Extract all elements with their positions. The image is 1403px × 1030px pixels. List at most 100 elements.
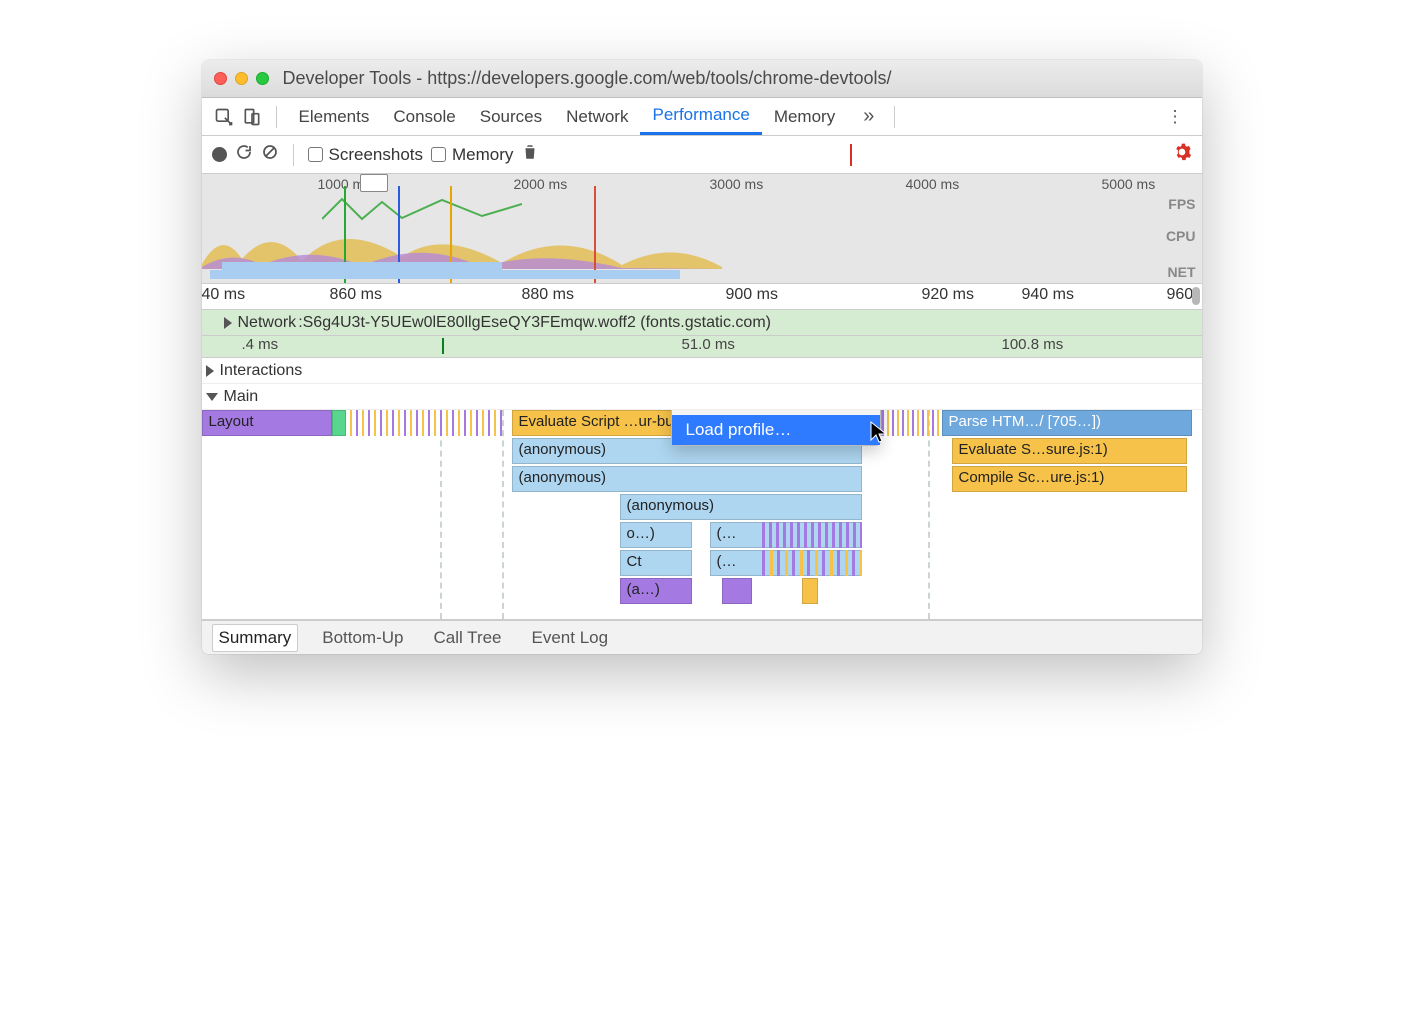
small-events [332,410,502,436]
tab-bottom-up[interactable]: Bottom-Up [316,625,409,651]
memory-checkbox[interactable]: Memory [431,145,513,165]
ruler-tick: 860 ms [330,286,382,304]
flame-event[interactable]: (anonymous) [620,494,862,520]
details-tabbar: Summary Bottom-Up Call Tree Event Log [202,620,1202,654]
main-track-header[interactable]: Main [202,384,1202,410]
device-toolbar-icon[interactable] [238,107,266,127]
flame-event[interactable]: Evaluate S…sure.js:1) [952,438,1187,464]
ruler-tick: 880 ms [522,286,574,304]
interactions-track[interactable]: Interactions [202,358,1202,384]
reload-record-button[interactable] [235,143,253,166]
small-events [762,550,862,576]
flame-ruler[interactable]: 40 ms 860 ms 880 ms 900 ms 920 ms 940 ms… [202,284,1202,310]
tab-call-tree[interactable]: Call Tree [427,625,507,651]
guide-line [502,410,504,619]
flame-event[interactable] [802,578,818,604]
screenshots-label: Screenshots [329,145,424,165]
collapse-icon [206,393,218,401]
flame-event[interactable] [722,578,752,604]
checkbox-icon [308,147,323,162]
cursor-icon [869,420,889,449]
titlebar: Developer Tools - https://developers.goo… [202,60,1202,98]
zoom-window-button[interactable] [256,72,269,85]
main-label: Main [224,388,259,406]
net-bar [210,270,680,279]
frame-boundary [442,338,444,354]
tab-summary[interactable]: Summary [212,624,299,652]
tab-sources[interactable]: Sources [468,98,554,135]
context-menu: Save profile… Load profile… [671,410,881,446]
frames-track[interactable]: .4 ms 51.0 ms 100.8 ms [202,336,1202,358]
ruler-tick: 900 ms [726,286,778,304]
memory-label: Memory [452,145,513,165]
overview-lane-fps: FPS [1168,196,1195,212]
close-window-button[interactable] [214,72,227,85]
tab-console[interactable]: Console [381,98,467,135]
flame-event[interactable]: (a…) [620,578,692,604]
overview-tick: 5000 ms [1102,176,1156,192]
expand-icon [224,317,232,329]
tab-memory[interactable]: Memory [762,98,847,135]
small-events [762,522,862,548]
capture-settings-button[interactable] [1172,142,1192,167]
flame-event[interactable]: (anonymous) [512,466,862,492]
collect-garbage-button[interactable] [521,143,539,166]
network-request-detail: :S6g4U3t-Y5UEw0lE80llgEseQY3FEmqw.woff2 … [298,314,771,332]
net-bar [222,262,502,271]
flame-event[interactable]: Layout [202,410,332,436]
tab-event-log[interactable]: Event Log [526,625,615,651]
small-events [882,410,942,436]
ruler-tick: 920 ms [922,286,974,304]
frame-time: 51.0 ms [682,336,735,353]
performance-toolbar: Screenshots Memory [202,136,1202,174]
devtools-menu-button[interactable]: ⋮ [1159,107,1194,127]
checkbox-icon [431,147,446,162]
record-button[interactable] [212,147,227,162]
ruler-tick: 40 ms [202,286,246,304]
overview-lane-net: NET [1168,264,1196,280]
frame-time: .4 ms [242,336,279,353]
overview-tick: 2000 ms [514,176,568,192]
screenshots-checkbox[interactable]: Screenshots [308,145,424,165]
flame-chart[interactable]: Layout Evaluate Script …ur-bundle.js:1) … [202,410,1202,620]
tracks: Network :S6g4U3t-Y5UEw0lE80llgEseQY3FEmq… [202,310,1202,620]
devtools-tabbar: Elements Console Sources Network Perform… [202,98,1202,136]
divider [293,144,294,166]
guide-line [440,410,442,619]
ruler-tick: 960 [1167,286,1194,304]
tab-network[interactable]: Network [554,98,640,135]
more-tabs-button[interactable]: » [853,105,884,128]
frame-time: 100.8 ms [1002,336,1064,353]
tab-performance[interactable]: Performance [640,98,761,135]
scrollbar-thumb[interactable] [1192,287,1200,305]
divider [850,144,852,166]
clear-button[interactable] [261,143,279,166]
flame-event[interactable] [332,410,346,436]
flame-event[interactable]: Ct [620,550,692,576]
overview-marker [594,186,596,283]
devtools-window: Developer Tools - https://developers.goo… [202,60,1202,654]
overview-lane-cpu: CPU [1166,228,1196,244]
network-track[interactable]: Network :S6g4U3t-Y5UEw0lE80llgEseQY3FEmq… [202,310,1202,336]
expand-icon [206,365,214,377]
network-track-label: Network [238,314,297,332]
interactions-label: Interactions [220,362,303,380]
context-menu-load-profile[interactable]: Load profile… [672,415,880,445]
flame-event[interactable]: o…) [620,522,692,548]
divider [276,106,277,128]
guide-line [928,410,930,619]
timeline-overview[interactable]: 1000 ms 2000 ms 3000 ms 4000 ms 5000 ms … [202,174,1202,284]
overview-selection-handle[interactable] [360,174,388,192]
inspect-element-icon[interactable] [210,107,238,127]
fps-chart [322,194,522,224]
minimize-window-button[interactable] [235,72,248,85]
overview-tick: 3000 ms [710,176,764,192]
flame-event[interactable]: Compile Sc…ure.js:1) [952,466,1187,492]
window-title: Developer Tools - https://developers.goo… [283,68,892,89]
window-controls [214,72,269,85]
divider [894,106,895,128]
ruler-tick: 940 ms [1022,286,1074,304]
flame-event[interactable]: Parse HTM…/ [705…]) [942,410,1192,436]
overview-tick: 4000 ms [906,176,960,192]
tab-elements[interactable]: Elements [287,98,382,135]
